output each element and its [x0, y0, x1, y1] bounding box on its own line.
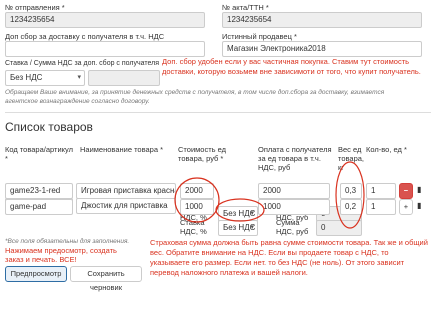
extra-fee-label: Доп сбор за доставку с получателя в т.ч.…	[5, 32, 165, 41]
goods-section-title: Список товаров	[5, 120, 93, 134]
vat-extra-fee-sum	[88, 70, 160, 86]
seller-label: Истинный продавец *	[222, 32, 297, 41]
seller-input[interactable]: Магазин Электроника2018	[222, 41, 422, 57]
dispatch-number-label: № отправления *	[5, 3, 65, 12]
row1-delete-button[interactable]: −	[399, 183, 413, 199]
agent-fee-note-1: Обращаем Ваше внимание, за принятие дене…	[5, 89, 385, 96]
row1-code-input[interactable]: game23-1-red	[5, 183, 73, 199]
row2-add-button[interactable]: +	[399, 199, 413, 215]
agent-fee-note-2: агентское вознаграждение согласно догово…	[5, 98, 150, 105]
row2-code-field[interactable]: game-pad	[5, 199, 73, 215]
vat-extra-fee-label: Ставка / Сумма НДС за доп. сбор с получа…	[5, 60, 160, 67]
row2-vat-rate-select[interactable]: Без НДС	[218, 220, 258, 236]
row1-weight-input[interactable]: 0,3	[340, 183, 362, 199]
row1-payment-input[interactable]: 2000	[258, 183, 330, 199]
col-header-qty: Кол-во, ед *	[366, 145, 407, 154]
annotation-preview-2: заказ и печать. ВСЕ!	[5, 255, 77, 264]
dispatch-number-field[interactable]: 1234235654	[5, 12, 205, 28]
row2-vat-rate-label: Ставка НДС, %	[180, 218, 207, 236]
row2-vat-sum-label: Сумма НДС, руб	[276, 218, 309, 236]
extra-fee-input[interactable]	[5, 41, 205, 57]
row2-qty-input[interactable]: 1	[366, 199, 396, 215]
row2-payment-input[interactable]: 1000	[258, 199, 330, 215]
preview-button[interactable]: Предпросмотр	[5, 266, 67, 282]
act-number-label: № акта/ТТН *	[222, 3, 269, 12]
row2-box-icon[interactable]: ▮	[417, 201, 421, 210]
col-header-code: Код товара/артикул *	[5, 145, 73, 163]
col-header-cost: Стоимость ед товара, руб *	[178, 145, 227, 163]
vat-extra-fee-select[interactable]: Без НДС	[5, 70, 85, 86]
save-draft-button[interactable]: Сохранить черновик	[70, 266, 142, 292]
col-header-name: Наименование товара *	[80, 145, 164, 154]
row2-name-input[interactable]: Джостик для приставка	[76, 198, 176, 214]
row1-box-icon[interactable]: ▮	[417, 185, 421, 194]
col-header-weight: Вес ед товара, кг	[338, 145, 365, 172]
row1-qty-input[interactable]: 1	[366, 183, 396, 199]
row2-cost-input[interactable]: 1000	[180, 199, 214, 215]
row1-cost-input[interactable]: 2000	[180, 183, 214, 199]
col-header-payment: Оплата с получателя за ед товара в т.ч. …	[258, 145, 332, 172]
plus-icon: +	[403, 202, 409, 211]
annotation-extra-fee: Доп. сбор удобен если у вас частичная по…	[162, 57, 421, 76]
divider	[5, 112, 431, 113]
minus-icon: −	[403, 186, 409, 195]
act-number-field[interactable]: 1234235654	[222, 12, 422, 28]
row2-vat-sum-field: 0	[316, 220, 362, 236]
row2-weight-input[interactable]: 0,2	[340, 199, 362, 215]
required-fields-note: *Все поля обязательны для заполнения.	[5, 238, 130, 245]
annotation-insurance: Страховая сумма должна быть равна сумме …	[150, 238, 428, 277]
row1-name-input[interactable]: Игровая приставка красная	[76, 183, 176, 199]
